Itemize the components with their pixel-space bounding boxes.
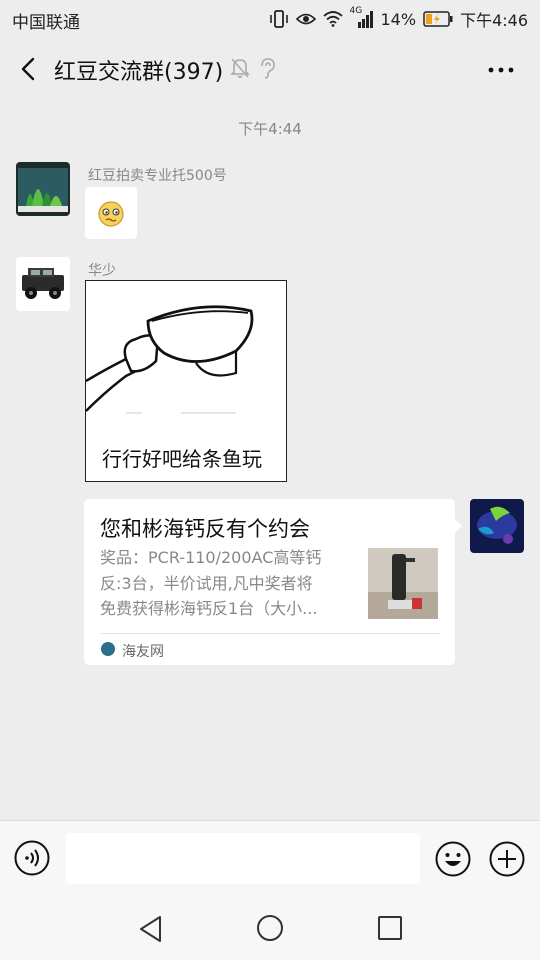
avatar-self[interactable] [470,499,524,553]
link-card-desc-line: 免费获得彬海钙反1台（大小... [100,599,318,618]
nav-recent-icon[interactable] [377,915,403,941]
link-card-description: 奖品：PCR-110/200AC高等钙 反:3台，半价试用,凡中奖者将 免费获得… [100,545,358,622]
link-card-source: 海友网 [122,644,164,660]
chat-header: 红豆交流群(397) [0,36,540,102]
message-timestamp: 下午4:44 [238,120,302,138]
battery-percent: 14% [380,9,417,29]
bubble-tail [453,518,462,534]
sender-name: 红豆拍卖专业托500号 [88,168,227,184]
avatar-aquarium[interactable] [16,162,70,216]
carrier-label: 中国联通 [12,13,80,33]
voice-icon[interactable] [14,840,50,876]
emoji-icon[interactable] [435,841,471,877]
plus-icon[interactable] [489,841,525,877]
link-card-title: 您和彬海钙反有个约会 [100,517,310,541]
status-bar: 中国联通 4G 14% 下午4:46 [0,0,540,36]
avatar-jeep[interactable] [16,257,70,311]
hand-holding-bowl-image [85,305,254,414]
source-logo-icon [101,642,115,656]
back-arrow-icon[interactable] [14,54,44,84]
emoji-message-bubble[interactable] [85,187,137,239]
message-input[interactable] [66,833,420,884]
vibrate-icon [269,10,288,28]
clock: 下午4:46 [460,11,528,30]
wifi-icon [322,11,343,27]
nav-back-icon[interactable] [138,914,164,944]
product-thumbnail [368,548,438,619]
link-card-desc-line: 奖品：PCR-110/200AC高等钙 [100,548,322,567]
meme-caption: 行行好吧给条鱼玩 [102,447,262,471]
link-card-desc-line: 反:3台，半价试用,凡中奖者将 [100,573,313,593]
eye-icon [295,13,316,25]
link-card-divider [100,633,440,634]
mute-bell-icon [230,58,250,78]
status-right: 4G 14% 下午4:46 [269,6,528,30]
battery-icon [423,11,453,27]
more-icon[interactable] [486,64,516,76]
chat-title: 红豆交流群(397) [54,60,224,85]
confused-face-emoji-icon [98,201,124,227]
sender-name: 华少 [88,263,116,279]
nav-home-icon[interactable] [256,914,284,942]
signal-icon: 4G [350,6,374,28]
ear-icon [261,58,275,79]
